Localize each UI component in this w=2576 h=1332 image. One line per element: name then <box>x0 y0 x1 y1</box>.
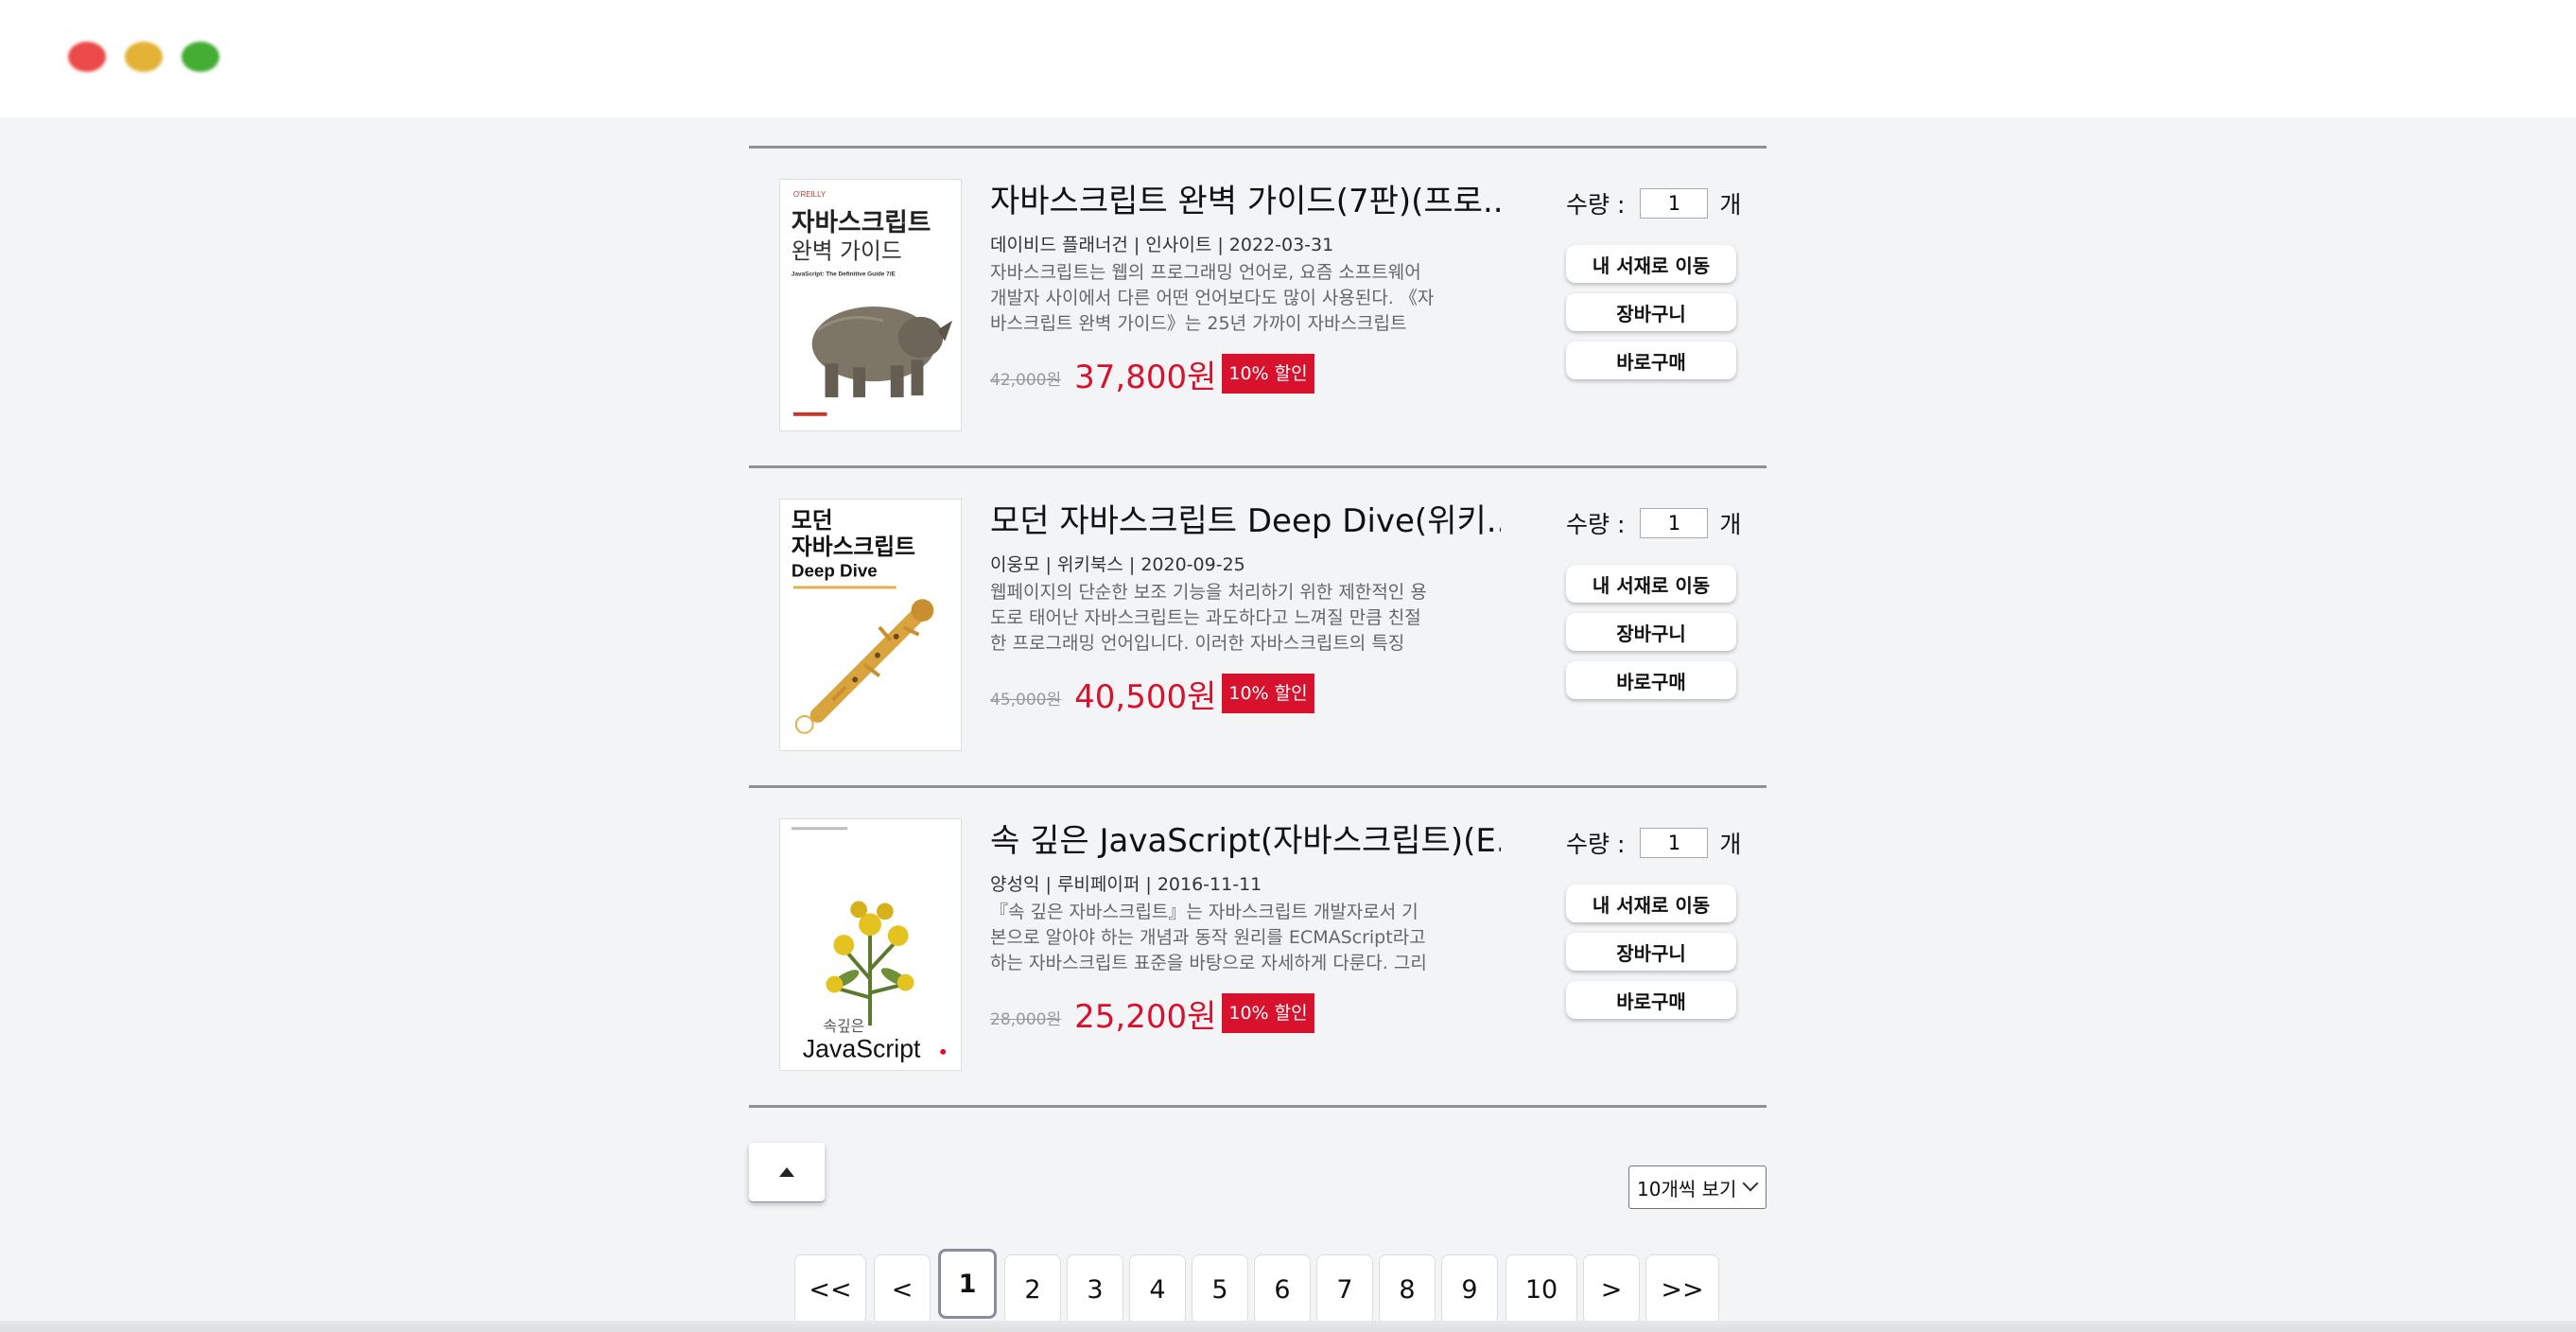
book-actions: 수량 : 개 내 서재로 이동 장바구니 바로구매 <box>1566 818 1765 1019</box>
book-item: O'REILLY 자바스크립트 완벽 가이드 JavaScript: The D… <box>749 149 1767 465</box>
price-row: 42,000원 37,800원 10% 할인 <box>990 352 1501 396</box>
cover-title-2: 자바스크립트 <box>792 534 915 560</box>
gecko-cover-art: 모던 자바스크립트 Deep Dive <box>780 500 961 750</box>
book-description: 『속 깊은 자바스크립트』는 자바스크립트 개발자로서 기본으로 알아야 하는 … <box>990 902 1427 973</box>
book-publisher: 인사이트 <box>1128 235 1211 255</box>
rhino-cover-art: O'REILLY 자바스크립트 완벽 가이드 JavaScript: The D… <box>780 180 961 430</box>
per-page-select[interactable]: 10개씩 보기 <box>1628 1166 1767 1209</box>
book-description: 웹페이지의 단순한 보조 기능을 처리하기 위한 제한적인 용도로 태어난 자바… <box>990 582 1427 654</box>
scroll-to-top-button[interactable] <box>749 1143 825 1201</box>
book-actions: 수량 : 개 내 서재로 이동 장바구니 바로구매 <box>1566 179 1765 379</box>
book-date: 2016-11-11 <box>1140 874 1262 895</box>
book-publisher: 위키북스 <box>1039 554 1123 575</box>
next-page-button[interactable]: > <box>1583 1254 1640 1324</box>
price-row: 45,000원 40,500원 10% 할인 <box>990 672 1501 716</box>
page-button-2[interactable]: 2 <box>1004 1254 1061 1324</box>
discount-badge: 10% 할인 <box>1222 993 1314 1033</box>
flower-cover-art: 속깊은 JavaScript <box>780 819 961 1070</box>
page-button-9[interactable]: 9 <box>1441 1254 1498 1324</box>
quantity-row: 수량 : 개 <box>1566 818 1765 868</box>
cover-title-2: 완벽 가이드 <box>792 238 902 265</box>
cover-title-3: Deep Dive <box>792 561 878 581</box>
page-button-6[interactable]: 6 <box>1254 1254 1311 1324</box>
page-button-7[interactable]: 7 <box>1316 1254 1373 1324</box>
cover-publisher: O'REILLY <box>793 190 827 199</box>
book-author: 이웅모 <box>990 554 1040 575</box>
book-title[interactable]: 속 깊은 JavaScript(자바스크립트)(E... <box>990 818 1501 864</box>
book-date: 2020-09-25 <box>1123 554 1245 575</box>
maximize-window-button[interactable] <box>182 42 219 72</box>
sale-price: 25,200원 <box>1074 997 1217 1036</box>
sale-price: 40,500원 <box>1074 677 1217 716</box>
page-button-5[interactable]: 5 <box>1192 1254 1248 1324</box>
close-window-button[interactable] <box>68 42 106 72</box>
page-button-8[interactable]: 8 <box>1379 1254 1436 1324</box>
page-button-1[interactable]: 1 <box>938 1249 997 1319</box>
quantity-unit: 개 <box>1719 511 1742 538</box>
book-title[interactable]: 모던 자바스크립트 Deep Dive(위키... <box>990 499 1501 544</box>
quantity-row: 수량 : 개 <box>1566 179 1765 228</box>
add-to-cart-button[interactable]: 장바구니 <box>1566 613 1736 651</box>
quantity-row: 수량 : 개 <box>1566 499 1765 548</box>
chevron-down-icon <box>1742 1175 1759 1192</box>
book-meta: 데이비드 플래너건인사이트2022-03-31 <box>990 232 1501 258</box>
book-cover-image[interactable]: 모던 자바스크립트 Deep Dive <box>779 499 962 751</box>
discount-badge: 10% 할인 <box>1222 674 1314 713</box>
quantity-unit: 개 <box>1719 831 1742 858</box>
quantity-input[interactable] <box>1640 828 1709 858</box>
move-to-library-button[interactable]: 내 서재로 이동 <box>1566 245 1736 283</box>
move-to-library-button[interactable]: 내 서재로 이동 <box>1566 885 1736 922</box>
page-button-3[interactable]: 3 <box>1067 1254 1123 1324</box>
buy-now-button[interactable]: 바로구매 <box>1566 981 1736 1019</box>
minimize-window-button[interactable] <box>125 42 163 72</box>
window-titlebar <box>0 0 2576 117</box>
buy-now-button[interactable]: 바로구매 <box>1566 342 1736 379</box>
move-to-library-button[interactable]: 내 서재로 이동 <box>1566 565 1736 603</box>
book-title[interactable]: 자바스크립트 완벽 가이드(7판)(프로... <box>990 179 1501 224</box>
original-price: 45,000원 <box>990 690 1062 710</box>
book-actions: 수량 : 개 내 서재로 이동 장바구니 바로구매 <box>1566 499 1765 699</box>
bottom-edge <box>0 1321 2576 1332</box>
first-page-button[interactable]: << <box>794 1254 866 1324</box>
book-meta: 이웅모위키북스2020-09-25 <box>990 552 1501 578</box>
quantity-label: 수량 : <box>1566 511 1626 538</box>
book-cover-image[interactable]: O'REILLY 자바스크립트 완벽 가이드 JavaScript: The D… <box>779 179 962 431</box>
book-date: 2022-03-31 <box>1211 235 1333 255</box>
book-publisher: 루비페이퍼 <box>1039 874 1140 895</box>
quantity-label: 수량 : <box>1566 831 1626 858</box>
original-price: 28,000원 <box>990 1009 1062 1029</box>
add-to-cart-button[interactable]: 장바구니 <box>1566 293 1736 331</box>
cover-title-1: 자바스크립트 <box>792 208 931 237</box>
original-price: 42,000원 <box>990 370 1062 390</box>
book-item: 모던 자바스크립트 Deep Dive 모던 자바스크립트 Deep Dive(… <box>749 468 1767 785</box>
cover-title-2: JavaScript <box>803 1035 921 1063</box>
book-description: 자바스크립트는 웹의 프로그래밍 언어로, 요즘 소프트웨어 개발자 사이에서 … <box>990 262 1435 334</box>
quantity-input[interactable] <box>1640 508 1709 538</box>
per-page-value: 10개씩 보기 <box>1637 1177 1737 1201</box>
cover-title-1: 모던 <box>792 507 833 534</box>
quantity-input[interactable] <box>1640 188 1709 219</box>
quantity-unit: 개 <box>1719 191 1742 219</box>
book-meta: 양성익루비페이퍼2016-11-11 <box>990 871 1501 898</box>
page-button-4[interactable]: 4 <box>1129 1254 1186 1324</box>
book-author: 양성익 <box>990 874 1040 895</box>
divider <box>749 1105 1767 1108</box>
quantity-label: 수량 : <box>1566 191 1626 219</box>
cover-title-1: 속깊은 <box>824 1017 865 1035</box>
discount-badge: 10% 할인 <box>1222 354 1314 394</box>
add-to-cart-button[interactable]: 장바구니 <box>1566 933 1736 971</box>
sale-price: 37,800원 <box>1074 358 1217 396</box>
book-item: 속깊은 JavaScript 속 깊은 JavaScript(자바스크립트)(E… <box>749 788 1767 1105</box>
book-list: O'REILLY 자바스크립트 완벽 가이드 JavaScript: The D… <box>749 146 1767 1108</box>
price-row: 28,000원 25,200원 10% 할인 <box>990 991 1501 1036</box>
cover-subtitle: JavaScript: The Definitive Guide 7/E <box>792 271 896 277</box>
last-page-button[interactable]: >> <box>1645 1254 1719 1324</box>
buy-now-button[interactable]: 바로구매 <box>1566 661 1736 699</box>
page-button-10[interactable]: 10 <box>1506 1254 1577 1324</box>
prev-page-button[interactable]: < <box>874 1254 931 1324</box>
book-author: 데이비드 플래너건 <box>990 235 1128 255</box>
book-cover-image[interactable]: 속깊은 JavaScript <box>779 818 962 1071</box>
triangle-up-icon <box>779 1167 794 1177</box>
